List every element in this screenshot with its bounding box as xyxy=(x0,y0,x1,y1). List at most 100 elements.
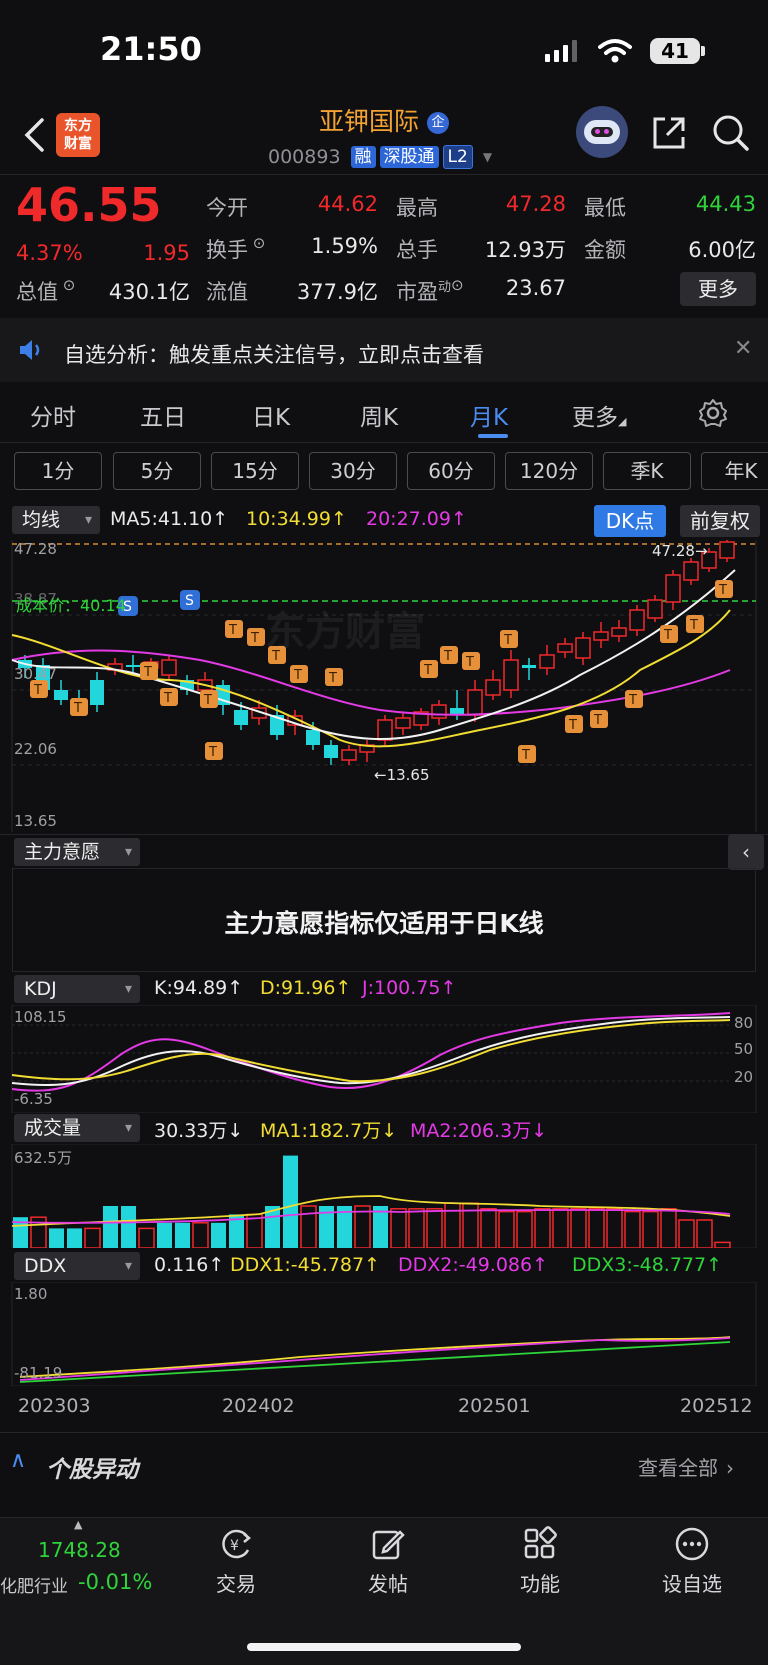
y-label-3: 30.47 xyxy=(14,665,57,683)
tab-more[interactable]: 更多◢ xyxy=(572,398,626,432)
zhuli-message: 主力意愿指标仅适用于日K线 xyxy=(224,909,544,938)
svg-text:T: T xyxy=(521,748,530,763)
view-all-link[interactable]: 查看全部 › xyxy=(638,1452,734,1481)
kdj-level-20: 20 xyxy=(734,1068,754,1086)
ma5-value: MA5:41.10↑ xyxy=(110,508,229,530)
label-open: 今开 xyxy=(206,196,248,220)
volume-ma2: MA2:206.3万↓ xyxy=(410,1120,548,1142)
change-amount: 1.95 xyxy=(143,241,190,265)
ddx-value: 0.116↑ xyxy=(154,1254,225,1276)
signal-marker: T xyxy=(290,665,308,683)
volume-bar xyxy=(534,1208,551,1248)
ma10-value: 10:34.99↑ xyxy=(246,508,347,530)
period-year-k[interactable]: 年K xyxy=(701,452,768,490)
tab-weekly-k[interactable]: 周K xyxy=(360,398,398,432)
value-low: 44.43 xyxy=(695,192,756,216)
value-market-cap: 430.1亿 xyxy=(108,280,190,304)
info-icon[interactable]: ⊙ xyxy=(58,276,76,294)
nav-add-watchlist[interactable]: 设自选 xyxy=(647,1526,737,1597)
signal-marker: T xyxy=(325,668,343,686)
signal-marker: T xyxy=(70,698,88,716)
info-icon[interactable]: ⊙ xyxy=(248,234,266,252)
info-icon[interactable]: ⊙ xyxy=(451,276,464,294)
sector-change[interactable]: -0.01% xyxy=(78,1570,152,1594)
volume-bar xyxy=(283,1155,298,1248)
chevron-up-small-icon[interactable]: ▲ xyxy=(74,1518,82,1531)
svg-text:T: T xyxy=(203,693,212,708)
period-quarter-k[interactable]: 季K xyxy=(603,452,691,490)
svg-text:T: T xyxy=(718,583,727,598)
volume-bar xyxy=(552,1208,569,1248)
volume-bar xyxy=(426,1208,443,1248)
tab-five-day[interactable]: 五日 xyxy=(140,398,186,432)
candle xyxy=(719,540,735,562)
period-60min[interactable]: 60分 xyxy=(407,452,495,490)
signal-marker: T xyxy=(565,715,583,733)
tab-monthly-k[interactable]: 月K xyxy=(470,398,508,432)
collapse-chevron-icon[interactable]: ‹ xyxy=(728,834,764,870)
trade-icon: ¥ xyxy=(222,1529,252,1559)
cellular-signal-icon xyxy=(545,40,583,62)
sector-name[interactable]: 化肥行业 xyxy=(0,1572,68,1597)
robot-assistant-icon[interactable] xyxy=(576,106,628,158)
dk-point-button[interactable]: DK点 xyxy=(594,505,666,537)
sector-index-value[interactable]: 1748.28 xyxy=(38,1538,121,1562)
movement-title: 个股异动 xyxy=(46,1457,138,1483)
period-1min[interactable]: 1分 xyxy=(14,452,102,490)
volume-bar xyxy=(211,1222,226,1248)
svg-text:T: T xyxy=(628,693,637,708)
chevron-up-icon[interactable]: ∧ xyxy=(10,1448,26,1473)
home-indicator xyxy=(247,1643,521,1651)
svg-text:T: T xyxy=(443,649,452,664)
nav-trade[interactable]: ¥ 交易 xyxy=(191,1526,281,1597)
nav-post[interactable]: 发帖 xyxy=(343,1526,433,1597)
stock-name: 亚钾国际 xyxy=(319,107,420,136)
ma20-value: 20:27.09↑ xyxy=(366,508,467,530)
nav-function[interactable]: 功能 xyxy=(495,1526,585,1597)
svg-text:T: T xyxy=(73,701,82,716)
change-percent: 4.37% xyxy=(16,241,83,265)
forward-adjust-button[interactable]: 前复权 xyxy=(680,505,760,537)
volume-bar xyxy=(49,1228,64,1248)
volume-selector[interactable]: 成交量 xyxy=(14,1114,140,1142)
volume-bar xyxy=(67,1228,82,1248)
x-label-4: 202512 xyxy=(680,1395,753,1417)
period-5min[interactable]: 5分 xyxy=(113,452,201,490)
chevron-down-icon[interactable]: ▼ xyxy=(483,150,492,164)
candlestick-chart[interactable]: TTTT TTTTT TTT TTT TTTTTT TS S 47.28→ ←13.65 东… xyxy=(0,540,768,832)
value-total-volume: 12.93万 xyxy=(484,238,566,262)
more-button[interactable]: 更多 xyxy=(680,272,756,306)
sell-marker: S xyxy=(180,590,200,610)
kdj-selector[interactable]: KDJ xyxy=(14,975,140,1003)
ddx-selector[interactable]: DDX xyxy=(14,1252,140,1280)
volume-bar xyxy=(570,1208,587,1248)
wifi-icon xyxy=(598,39,632,63)
ddx-chart xyxy=(11,1282,757,1386)
signal-marker: T xyxy=(715,580,733,598)
period-120min[interactable]: 120分 xyxy=(505,452,593,490)
ma-selector[interactable]: 均线 xyxy=(12,506,100,534)
kdj-d: D:91.96↑ xyxy=(260,977,352,999)
signal-marker: T xyxy=(160,688,178,706)
ddx2-value: DDX2:-49.086↑ xyxy=(398,1254,549,1276)
kdj-y-top: 108.15 xyxy=(14,1008,67,1026)
volume-bar xyxy=(138,1227,155,1248)
gear-icon[interactable] xyxy=(698,398,728,428)
tab-daily-k[interactable]: 日K xyxy=(252,398,290,432)
speaker-icon xyxy=(20,340,40,360)
zhuli-selector[interactable]: 主力意愿 xyxy=(14,838,140,866)
share-icon[interactable] xyxy=(651,115,687,151)
value-open: 44.62 xyxy=(317,192,378,216)
svg-text:T: T xyxy=(568,718,577,733)
period-30min[interactable]: 30分 xyxy=(309,452,397,490)
value-high: 47.28 xyxy=(505,192,566,216)
period-15min[interactable]: 15分 xyxy=(211,452,299,490)
tab-intraday[interactable]: 分时 xyxy=(30,398,76,432)
signal-marker: T xyxy=(462,652,480,670)
ddx-y-bottom: -81.19 xyxy=(14,1364,63,1382)
enterprise-badge: 企 xyxy=(426,112,449,134)
search-icon[interactable] xyxy=(712,114,750,152)
x-label-1: 202303 xyxy=(18,1395,91,1417)
svg-text:T: T xyxy=(689,618,698,633)
close-icon[interactable]: ✕ xyxy=(734,336,752,361)
